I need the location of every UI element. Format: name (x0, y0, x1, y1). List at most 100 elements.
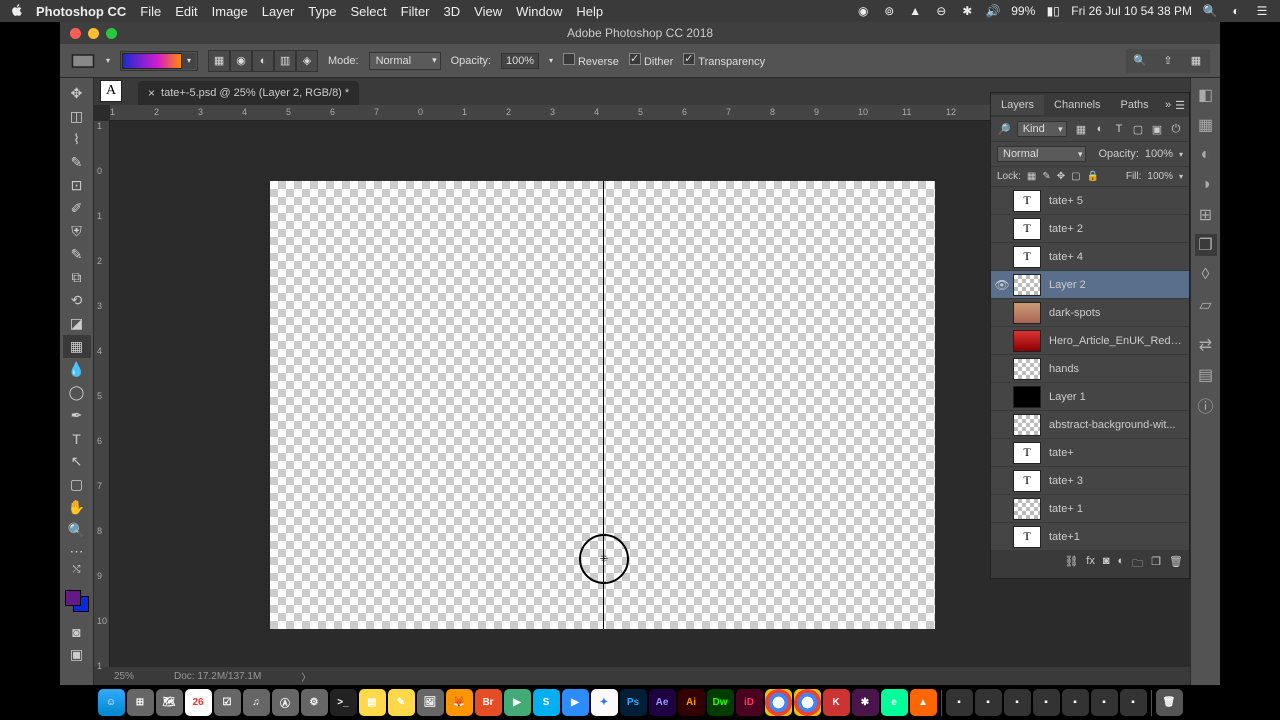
menu-type[interactable]: Type (308, 4, 336, 19)
color-swatches[interactable] (63, 582, 91, 610)
layer-thumbnail[interactable]: T (1013, 526, 1041, 548)
dock-recent6[interactable]: ▪ (1091, 689, 1118, 716)
quick-share-icon[interactable]: ⇧ (1154, 49, 1182, 73)
reverse-checkbox[interactable]: Reverse (563, 53, 619, 68)
menu-image[interactable]: Image (212, 4, 248, 19)
layer-row[interactable]: Ttate+ 4 (991, 243, 1189, 271)
layer-group-icon[interactable]: 🗀 (1132, 555, 1143, 574)
channels-panel-icon[interactable]: ◊ (1195, 264, 1217, 286)
record-icon[interactable]: ◉ (855, 3, 871, 19)
filter-adjust-icon[interactable]: ◐ (1093, 122, 1107, 136)
layer-name[interactable]: tate+ 3 (1049, 475, 1183, 487)
filter-smart-icon[interactable]: ▣ (1150, 122, 1164, 136)
notification-icon[interactable]: ☰ (1254, 3, 1270, 19)
adjustments-panel-icon[interactable]: ◑ (1195, 174, 1217, 196)
layer-thumbnail[interactable] (1013, 330, 1041, 352)
close-tab-icon[interactable]: × (148, 86, 155, 100)
delete-layer-icon[interactable]: 🗑 (1169, 555, 1183, 574)
dock-vlc[interactable]: ▲ (910, 689, 937, 716)
layer-name[interactable]: tate+ 2 (1049, 223, 1183, 235)
layer-row[interactable]: Ttate+ 3 (991, 467, 1189, 495)
quickmask-tool[interactable]: ◙ (63, 620, 91, 643)
close-window[interactable] (70, 28, 81, 39)
warning-icon[interactable]: ▲ (907, 3, 923, 19)
layer-blend-select[interactable]: Normal (997, 146, 1086, 162)
dock-chrome[interactable] (765, 689, 792, 716)
quick-select-tool[interactable]: ✎ (63, 151, 91, 174)
layer-name[interactable]: Layer 1 (1049, 391, 1183, 403)
layer-row[interactable]: hands (991, 355, 1189, 383)
blend-mode-select[interactable]: Normal (369, 52, 441, 70)
app-name[interactable]: Photoshop CC (36, 4, 126, 19)
gradient-picker[interactable]: ▾ (120, 51, 198, 71)
menu-window[interactable]: Window (516, 4, 562, 19)
color-panel-icon[interactable]: ◧ (1195, 84, 1217, 106)
reflected-gradient[interactable]: ▥ (274, 50, 296, 72)
bluetooth-icon[interactable]: ✱ (959, 3, 975, 19)
lock-artboard-icon[interactable]: ▢ (1071, 171, 1080, 182)
dock-skype[interactable]: S (533, 689, 560, 716)
zoom-level[interactable]: 25% (114, 671, 134, 682)
layer-row[interactable]: Ttate+1 (991, 523, 1189, 551)
actions-panel-icon[interactable]: ⇄ (1195, 334, 1217, 356)
dock-reminders[interactable]: ☑ (214, 689, 241, 716)
layer-row[interactable]: dark-spots (991, 299, 1189, 327)
dock-illustrator[interactable]: Ai (678, 689, 705, 716)
layer-thumbnail[interactable] (1013, 274, 1041, 296)
document-tab[interactable]: × tate+-5.psd @ 25% (Layer 2, RGB/8) * (138, 81, 359, 105)
paths-panel-icon[interactable]: ▱ (1195, 294, 1217, 316)
dock-notes[interactable]: ✎ (388, 689, 415, 716)
layer-row[interactable]: tate+ 1 (991, 495, 1189, 523)
pen-tool[interactable]: ✒ (63, 404, 91, 427)
dock-chrome-canary[interactable] (794, 689, 821, 716)
mini-preview[interactable]: A (100, 80, 122, 102)
layer-name[interactable]: abstract-background-wit... (1049, 419, 1183, 431)
tab-channels[interactable]: Channels (1044, 95, 1110, 115)
tool-preset-arrow[interactable]: ▾ (106, 56, 110, 65)
eyedropper-tool[interactable]: ✐ (63, 197, 91, 220)
menu-filter[interactable]: Filter (401, 4, 430, 19)
layer-name[interactable]: tate+ 1 (1049, 503, 1183, 515)
dock-preview[interactable]: 🖼 (417, 689, 444, 716)
lock-all-icon[interactable]: 🔒 (1087, 171, 1099, 182)
search-icon[interactable]: 🔍 (1126, 49, 1154, 73)
layer-thumbnail[interactable]: T (1013, 442, 1041, 464)
layer-name[interactable]: hands (1049, 363, 1183, 375)
dock-maps[interactable]: 🗺 (156, 689, 183, 716)
dock-indesign[interactable]: iD (736, 689, 763, 716)
menu-select[interactable]: Select (350, 4, 386, 19)
menu-help[interactable]: Help (576, 4, 603, 19)
swap-colors-icon[interactable]: ⤭ (63, 560, 91, 578)
siri-icon[interactable]: ◐ (1228, 3, 1244, 19)
dock-aftereffects[interactable]: Ae (649, 689, 676, 716)
layer-thumbnail[interactable] (1013, 414, 1041, 436)
visibility-toggle[interactable]: 👁 (991, 278, 1013, 292)
dock-appstore[interactable]: Ⓐ (272, 689, 299, 716)
layer-thumbnail[interactable] (1013, 358, 1041, 380)
filter-icon[interactable]: 🔎 (997, 123, 1011, 136)
rectangle-tool[interactable]: ▢ (63, 473, 91, 496)
layer-row[interactable]: Ttate+ 5 (991, 187, 1189, 215)
status-arrow[interactable]: 〉 (301, 669, 311, 684)
layer-fx-icon[interactable]: fx (1086, 555, 1095, 574)
layer-row[interactable]: Ttate+ 2 (991, 215, 1189, 243)
layer-name[interactable]: tate+ 5 (1049, 195, 1183, 207)
toolbox-more[interactable]: ⋯ (63, 542, 91, 560)
datetime[interactable]: Fri 26 Jul 10 54 38 PM (1071, 4, 1192, 18)
dodge-tool[interactable]: ◯ (63, 381, 91, 404)
dock-zoom[interactable]: ▶ (562, 689, 589, 716)
dock-trash[interactable]: 🗑 (1156, 689, 1183, 716)
type-tool[interactable]: T (63, 427, 91, 450)
dock-music[interactable]: ♫ (243, 689, 270, 716)
menu-edit[interactable]: Edit (175, 4, 197, 19)
new-layer-icon[interactable]: ❐ (1151, 555, 1161, 574)
dock-finder[interactable]: ☺ (98, 689, 125, 716)
lock-transparent-icon[interactable]: ▦ (1027, 171, 1036, 182)
adjustment-layer-icon[interactable]: ◐ (1118, 555, 1125, 574)
dock-dreamweaver[interactable]: Dw (707, 689, 734, 716)
opacity-dropdown-icon[interactable]: ▾ (1179, 150, 1183, 159)
filter-type-icon[interactable]: T (1112, 122, 1126, 136)
layer-name[interactable]: tate+1 (1049, 531, 1183, 543)
menu-layer[interactable]: Layer (262, 4, 295, 19)
libraries-panel-icon[interactable]: ◐ (1195, 144, 1217, 166)
